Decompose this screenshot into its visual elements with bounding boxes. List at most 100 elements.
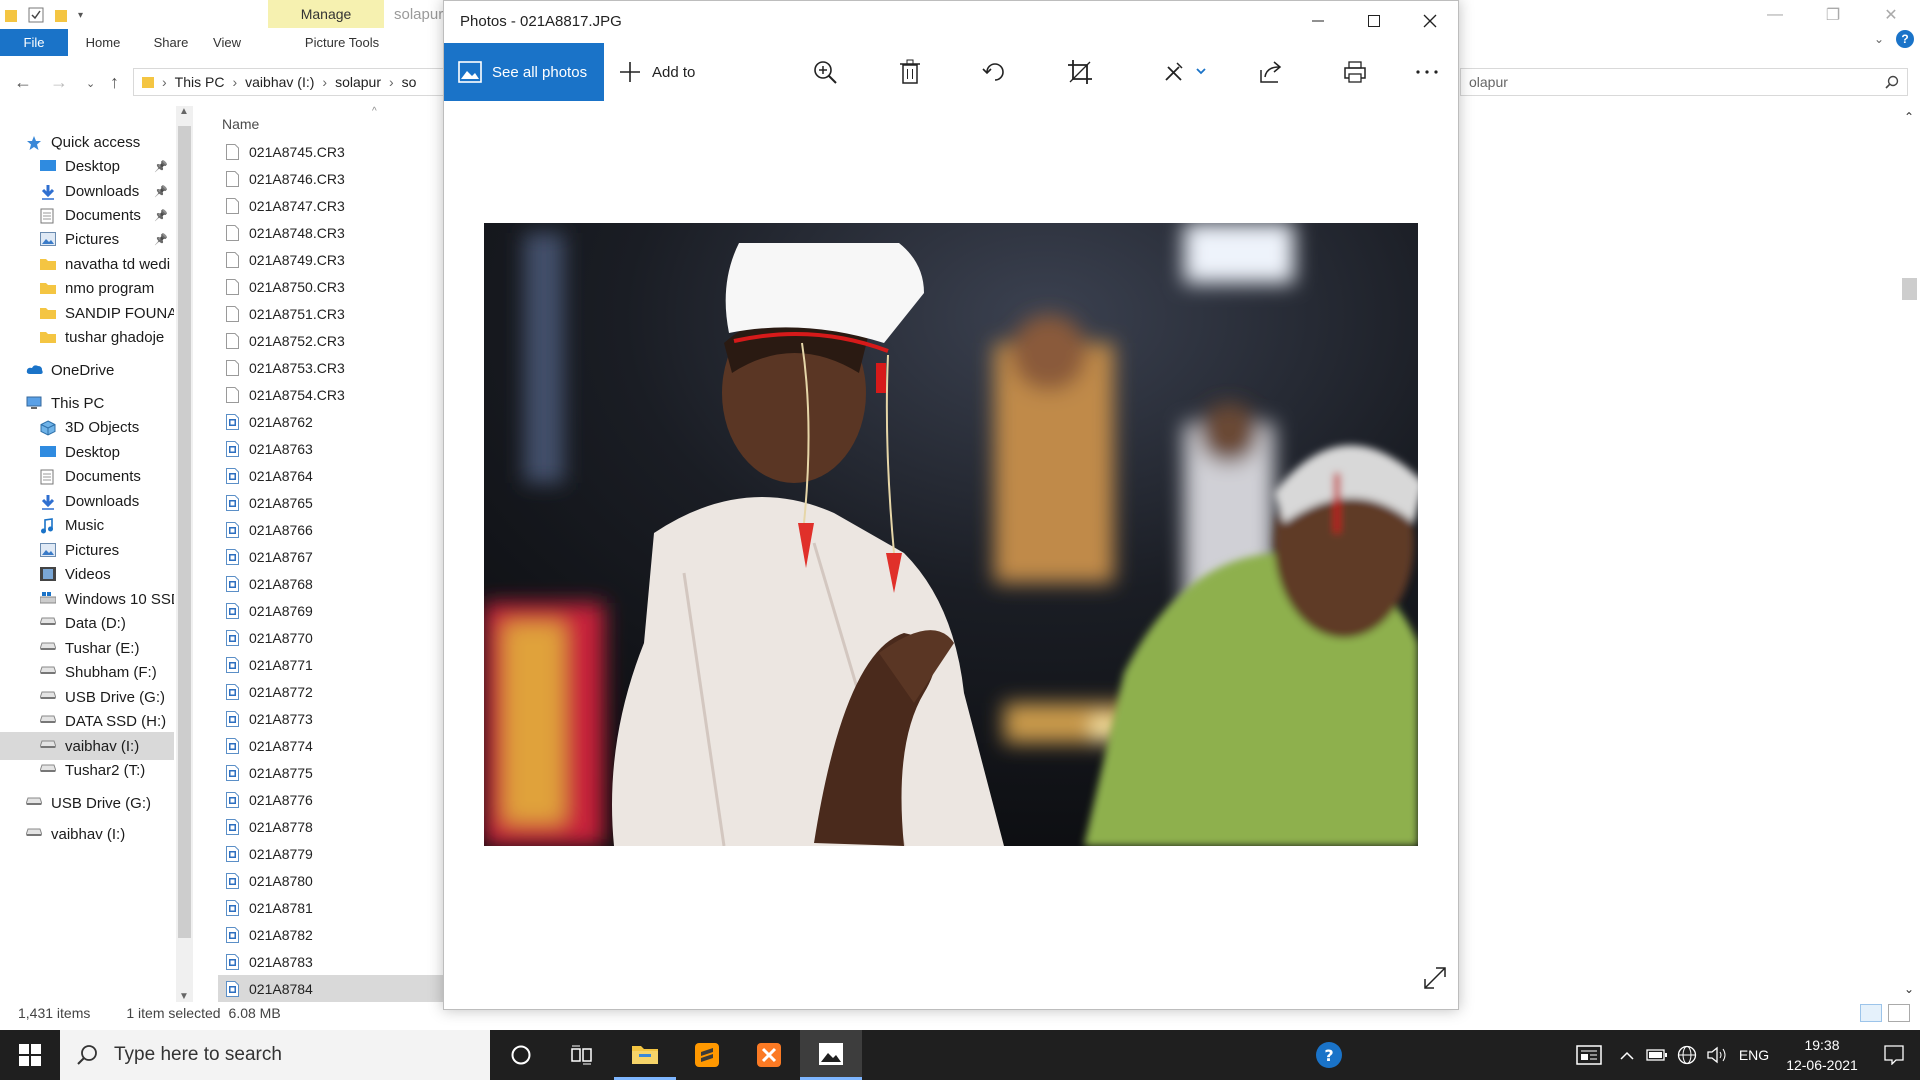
sidebar-item[interactable]: Music [0, 511, 174, 539]
help-icon[interactable]: ? [1896, 30, 1914, 48]
tab-picture-tools[interactable]: Picture Tools [294, 29, 390, 56]
content-scrollbar-thumb[interactable] [1902, 278, 1917, 300]
file-row[interactable]: 021A8783 [218, 948, 444, 975]
file-row[interactable]: 021A8749.CR3 [218, 246, 444, 273]
edit-icon[interactable] [1162, 57, 1210, 87]
address-bar[interactable]: › This PC › vaibhav (I:) › solapur › so [133, 68, 453, 96]
network-globe-icon[interactable] [1672, 1045, 1702, 1065]
search-input[interactable]: olapur [1460, 68, 1908, 96]
file-row[interactable]: 021A8763 [218, 435, 444, 462]
file-row[interactable]: 021A8745.CR3 [218, 138, 444, 165]
new-folder-icon[interactable] [54, 7, 68, 23]
file-row[interactable]: 021A8774 [218, 732, 444, 759]
back-arrow-icon[interactable]: ← [14, 72, 32, 93]
sidebar-item[interactable]: DATA SSD (H:) [0, 707, 174, 735]
file-row[interactable]: 021A8780 [218, 867, 444, 894]
sidebar-item[interactable]: nmo program [0, 274, 174, 302]
column-header-name[interactable]: Name [222, 116, 259, 132]
battery-icon[interactable] [1642, 1049, 1672, 1061]
maximize-icon[interactable] [1346, 1, 1402, 41]
forward-arrow-icon[interactable]: → [50, 72, 68, 93]
file-row[interactable]: 021A8781 [218, 894, 444, 921]
file-row[interactable]: 021A8764 [218, 462, 444, 489]
sidebar-item[interactable]: OneDrive [0, 356, 174, 384]
up-arrow-icon[interactable]: ↑ [110, 72, 119, 93]
file-row[interactable]: 021A8753.CR3 [218, 354, 444, 381]
tab-view[interactable]: View [204, 29, 250, 56]
cortana-icon[interactable] [490, 1030, 552, 1080]
sidebar-item[interactable]: Documents [0, 462, 174, 490]
minimize-icon[interactable]: — [1746, 0, 1804, 29]
file-row[interactable]: 021A8747.CR3 [218, 192, 444, 219]
sidebar-item[interactable]: Tushar2 (T:) [0, 756, 174, 784]
photos-taskbar-icon[interactable] [800, 1030, 862, 1080]
file-row[interactable]: 021A8768 [218, 570, 444, 597]
displayed-photo[interactable] [484, 223, 1418, 846]
folder-icon[interactable] [4, 7, 18, 23]
properties-icon[interactable] [28, 7, 44, 23]
delete-icon[interactable] [894, 57, 926, 87]
breadcrumb-solapur[interactable]: solapur [335, 74, 381, 90]
scroll-up-icon[interactable]: ⌃ [1904, 110, 1914, 124]
news-widget-icon[interactable] [1566, 1045, 1612, 1065]
sidebar-item[interactable]: USB Drive (G:) [0, 789, 174, 817]
zoom-icon[interactable] [809, 57, 841, 87]
file-row[interactable]: 021A8782 [218, 921, 444, 948]
scroll-up-icon[interactable]: ▲ [179, 106, 189, 117]
print-icon[interactable] [1339, 57, 1371, 87]
file-row[interactable]: 021A8766 [218, 516, 444, 543]
scroll-down-icon[interactable]: ⌄ [1904, 982, 1914, 996]
file-row[interactable]: 021A8754.CR3 [218, 381, 444, 408]
customize-arrow-icon[interactable]: ▾ [78, 10, 83, 21]
file-row[interactable]: 021A8770 [218, 624, 444, 651]
minimize-icon[interactable] [1290, 1, 1346, 41]
breadcrumb-drive[interactable]: vaibhav (I:) [245, 74, 314, 90]
file-row[interactable]: 021A8778 [218, 813, 444, 840]
xampp-icon[interactable] [738, 1030, 800, 1080]
sidebar-item[interactable]: 3D Objects [0, 413, 174, 441]
file-row[interactable]: 021A8762 [218, 408, 444, 435]
file-row[interactable]: 021A8748.CR3 [218, 219, 444, 246]
breadcrumb-this-pc[interactable]: This PC [175, 74, 225, 90]
sidebar-item[interactable]: Pictures 📌 [0, 225, 174, 253]
sidebar-item[interactable]: vaibhav (I:) [0, 820, 174, 848]
file-row[interactable]: 021A8752.CR3 [218, 327, 444, 354]
file-row[interactable]: 021A8784 [218, 975, 444, 1002]
tab-share[interactable]: Share [138, 29, 204, 56]
chevron-down-icon[interactable]: ⌄ [1874, 32, 1884, 46]
file-row[interactable]: 021A8776 [218, 786, 444, 813]
close-icon[interactable] [1402, 1, 1458, 41]
manage-tab[interactable]: Manage [268, 0, 384, 28]
file-row[interactable]: 021A8779 [218, 840, 444, 867]
notifications-icon[interactable] [1868, 1045, 1920, 1065]
file-row[interactable]: 021A8771 [218, 651, 444, 678]
sidebar-item[interactable]: Shubham (F:) [0, 658, 174, 686]
tab-file[interactable]: File [0, 29, 68, 56]
scroll-down-icon[interactable]: ▼ [179, 991, 189, 1002]
file-row[interactable]: 021A8767 [218, 543, 444, 570]
file-row[interactable]: 021A8765 [218, 489, 444, 516]
file-row[interactable]: 021A8751.CR3 [218, 300, 444, 327]
clock[interactable]: 19:38 12-06-2021 [1776, 1035, 1868, 1075]
fullscreen-expand-icon[interactable] [1422, 965, 1448, 991]
add-to-button[interactable]: Add to [618, 43, 695, 101]
start-button[interactable] [0, 1030, 60, 1080]
large-icons-view-icon[interactable] [1888, 1004, 1910, 1022]
nav-scrollbar[interactable]: ▲ ▼ [176, 106, 193, 1002]
sidebar-item[interactable]: Desktop 📌 [0, 152, 174, 180]
file-row[interactable]: 021A8746.CR3 [218, 165, 444, 192]
breadcrumb-subfolder[interactable]: so [402, 74, 417, 90]
restore-icon[interactable]: ❐ [1804, 0, 1862, 29]
volume-icon[interactable] [1702, 1046, 1732, 1064]
search-icon[interactable] [1885, 75, 1899, 89]
recent-locations-icon[interactable]: ⌄ [86, 77, 95, 90]
share-icon[interactable] [1254, 57, 1286, 87]
sidebar-item[interactable]: Data (D:) [0, 609, 174, 637]
show-hidden-icons-icon[interactable] [1612, 1050, 1642, 1060]
sidebar-item[interactable]: tushar ghadoje [0, 323, 174, 351]
input-language[interactable]: ENG [1732, 1047, 1776, 1063]
file-row[interactable]: 021A8772 [218, 678, 444, 705]
file-row[interactable]: 021A8769 [218, 597, 444, 624]
sublime-text-icon[interactable] [676, 1030, 738, 1080]
close-icon[interactable]: ✕ [1862, 0, 1920, 29]
